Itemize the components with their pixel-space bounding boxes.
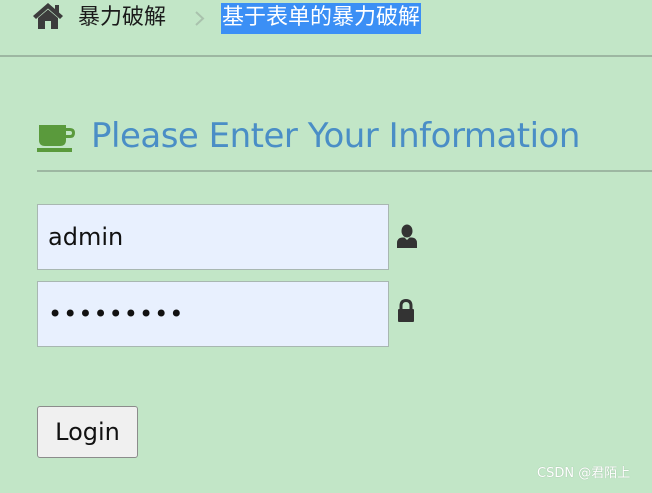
form-header: Please Enter Your Information [37, 112, 652, 172]
watermark: CSDN @君陌上 [537, 466, 631, 481]
breadcrumb: 暴力破解 基于表单的暴力破解 [0, 0, 652, 57]
lock-icon [397, 298, 415, 323]
username-input[interactable] [37, 204, 389, 270]
coffee-cup-icon [37, 123, 77, 153]
breadcrumb-current: 基于表单的暴力破解 [221, 3, 422, 34]
breadcrumb-home-link[interactable]: 暴力破解 [78, 4, 166, 32]
user-icon [396, 224, 418, 248]
password-input[interactable] [37, 281, 389, 347]
page-title: Please Enter Your Information [91, 116, 580, 156]
login-button[interactable]: Login [37, 406, 138, 458]
chevron-right-icon [193, 6, 207, 30]
home-icon[interactable] [31, 2, 65, 30]
